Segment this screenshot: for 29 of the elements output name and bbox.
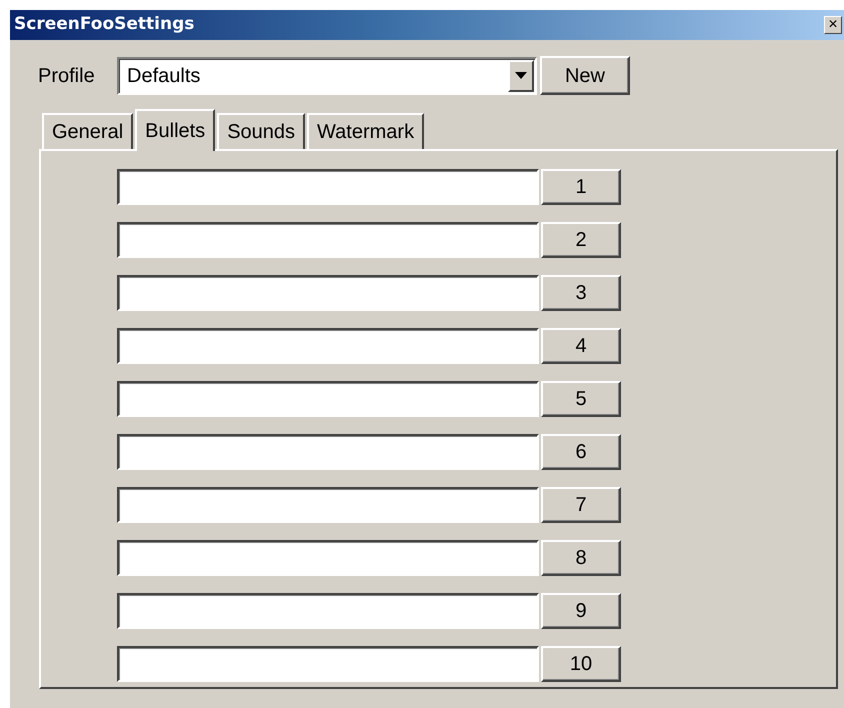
bullet-field[interactable] bbox=[117, 540, 539, 576]
bullet-field[interactable] bbox=[117, 222, 539, 258]
new-button[interactable]: New bbox=[540, 56, 630, 95]
bullet-button[interactable]: 3 bbox=[541, 275, 621, 311]
close-button[interactable]: × bbox=[824, 16, 842, 34]
bullet-button[interactable]: 8 bbox=[541, 540, 621, 576]
bullet-field[interactable] bbox=[117, 646, 539, 682]
bullet-button[interactable]: 2 bbox=[541, 222, 621, 258]
bullet-field[interactable] bbox=[117, 434, 539, 470]
bullet-field[interactable] bbox=[117, 328, 539, 364]
bullet-button[interactable]: 1 bbox=[541, 169, 621, 205]
bullet-field[interactable] bbox=[117, 593, 539, 629]
tab[interactable]: Watermark bbox=[307, 113, 424, 149]
tab[interactable]: General bbox=[42, 113, 134, 149]
bullet-field[interactable] bbox=[117, 487, 539, 523]
bullet-field[interactable] bbox=[117, 169, 539, 205]
bullet-button[interactable]: 4 bbox=[541, 328, 621, 364]
bullet-field[interactable] bbox=[117, 275, 539, 311]
bullet-field[interactable] bbox=[117, 381, 539, 417]
bullet-button[interactable]: 7 bbox=[541, 487, 621, 523]
bullet-button[interactable]: 5 bbox=[541, 381, 621, 417]
tab[interactable]: Bullets bbox=[135, 109, 216, 151]
bullet-button[interactable]: 9 bbox=[541, 593, 621, 629]
tab[interactable]: Sounds bbox=[217, 113, 306, 149]
profile-dropdown[interactable]: Defaults bbox=[117, 56, 537, 94]
bullet-button[interactable]: 6 bbox=[541, 434, 621, 470]
window-title: ScreenFooSettings bbox=[14, 13, 194, 36]
bullet-button[interactable]: 10 bbox=[541, 646, 621, 682]
profile-label: Profile bbox=[38, 64, 96, 88]
